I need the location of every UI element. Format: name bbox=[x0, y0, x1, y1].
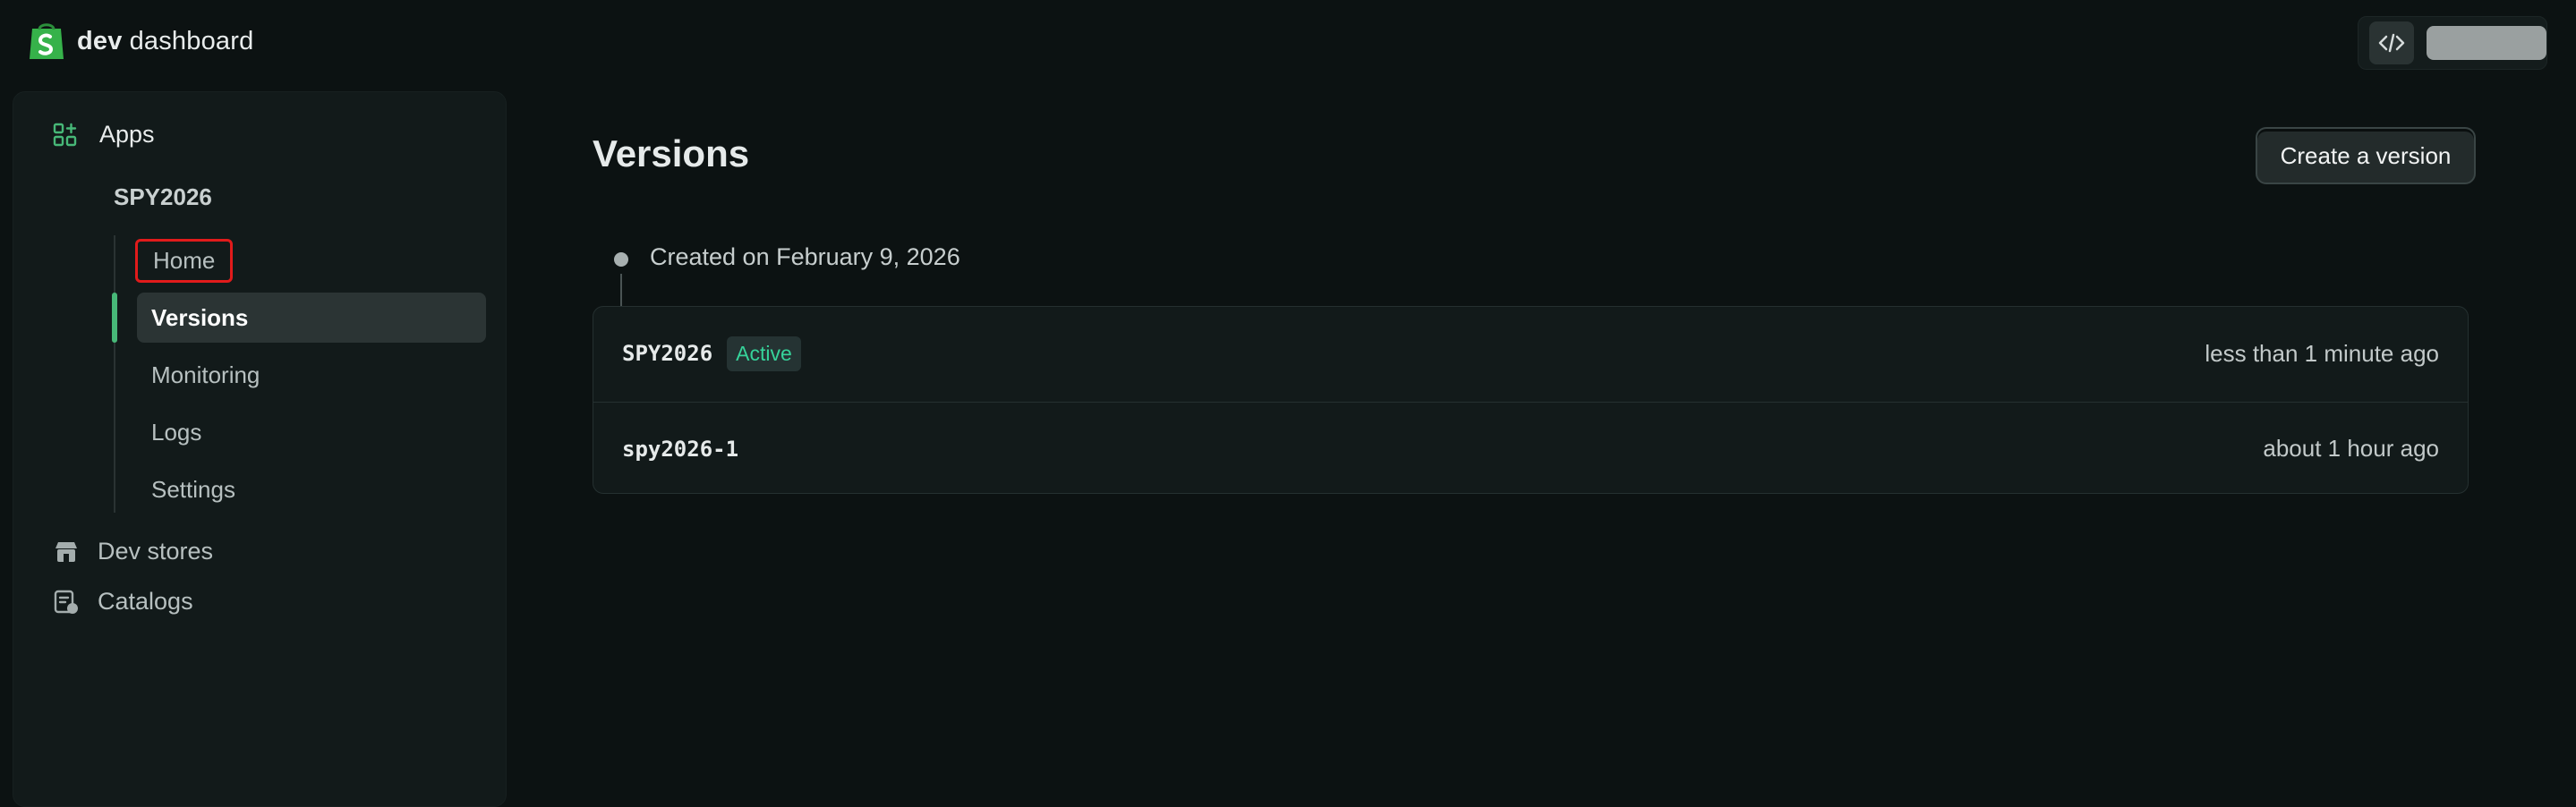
page-title: Versions bbox=[593, 132, 750, 174]
sidebar-item-monitoring-label: Monitoring bbox=[151, 361, 260, 388]
sidebar-item-monitoring[interactable]: Monitoring bbox=[137, 350, 486, 400]
sidebar-item-home[interactable]: Home bbox=[135, 235, 486, 285]
sidebar-item-versions[interactable]: Versions bbox=[137, 293, 486, 343]
timeline-stem bbox=[620, 274, 622, 306]
catalog-icon bbox=[54, 590, 78, 614]
version-row[interactable]: SPY2026 Active less than 1 minute ago bbox=[593, 307, 2468, 400]
sidebar-item-settings-label: Settings bbox=[151, 475, 235, 503]
sidebar-item-dev-stores[interactable]: Dev stores bbox=[53, 538, 213, 565]
brand-name-bold: dev bbox=[77, 26, 123, 55]
version-time: less than 1 minute ago bbox=[2205, 339, 2439, 367]
brand[interactable]: dev dashboard bbox=[27, 20, 253, 63]
apps-icon bbox=[53, 123, 77, 146]
app-name[interactable]: SPY2026 bbox=[114, 183, 212, 211]
store-icon bbox=[55, 541, 77, 562]
main-content: Versions Create a version Created on Feb… bbox=[593, 0, 2476, 796]
sidebar: Apps SPY2026 Home Versions Monitoring Lo… bbox=[13, 91, 507, 807]
sidebar-item-versions-label: Versions bbox=[151, 303, 249, 331]
sidebar-item-apps-label: Apps bbox=[99, 121, 155, 148]
status-badge: Active bbox=[727, 336, 801, 371]
sidebar-item-apps[interactable]: Apps bbox=[53, 121, 155, 149]
app-subnav: Home Versions Monitoring Logs Settings bbox=[112, 235, 493, 514]
sidebar-item-logs[interactable]: Logs bbox=[137, 407, 486, 457]
sidebar-item-logs-label: Logs bbox=[151, 418, 202, 446]
brand-name: dev dashboard bbox=[77, 27, 253, 56]
timeline-dot bbox=[614, 252, 628, 267]
version-name: spy2026-1 bbox=[622, 436, 739, 462]
brand-name-rest: dashboard bbox=[129, 26, 254, 55]
sidebar-item-dev-stores-label: Dev stores bbox=[98, 538, 214, 565]
home-label-highlight: Home bbox=[135, 238, 234, 283]
versions-list: SPY2026 Active less than 1 minute ago sp… bbox=[593, 306, 2469, 494]
version-time: about 1 hour ago bbox=[2263, 435, 2439, 462]
sidebar-item-catalogs-label: Catalogs bbox=[98, 588, 193, 615]
active-indicator bbox=[112, 293, 117, 343]
sidebar-item-home-label: Home bbox=[153, 246, 216, 274]
timeline-created-text: Created on February 9, 2026 bbox=[650, 243, 960, 270]
shopify-bag-icon bbox=[30, 23, 64, 59]
sidebar-item-settings[interactable]: Settings bbox=[137, 464, 486, 514]
create-version-button[interactable]: Create a version bbox=[2256, 127, 2476, 184]
version-name: SPY2026 bbox=[622, 341, 713, 366]
sidebar-item-catalogs[interactable]: Catalogs bbox=[53, 588, 193, 616]
subnav-line bbox=[114, 235, 115, 513]
version-row[interactable]: spy2026-1 about 1 hour ago bbox=[593, 402, 2468, 493]
